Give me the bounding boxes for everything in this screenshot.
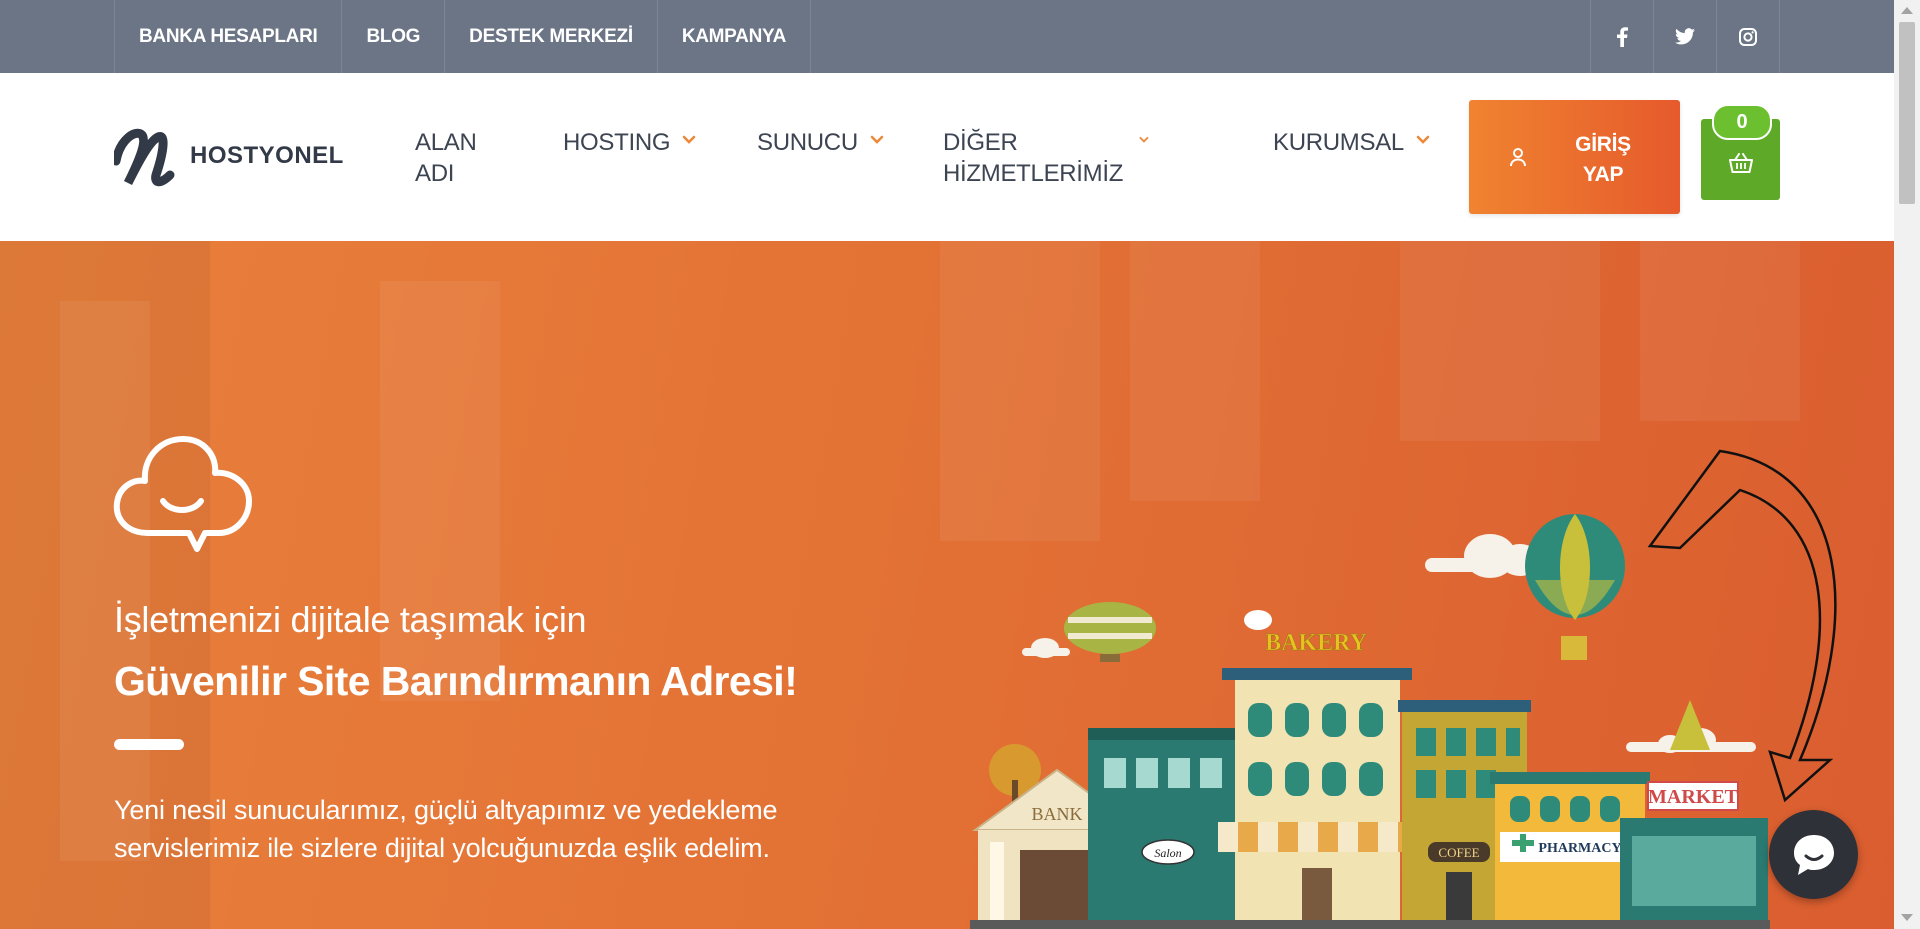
brand-name: HOSTYONEL <box>190 142 344 169</box>
hero-bg-rack <box>1400 241 1600 441</box>
scrollbar-thumb[interactable] <box>1899 22 1915 204</box>
user-icon <box>1510 148 1526 167</box>
nav-diger-hizmetlerimiz[interactable]: DİĞER HİZMETLERİMİZ <box>943 127 1149 189</box>
bakery-building: BAKERY <box>1218 610 1418 925</box>
nav-alan-adi-line2: ADI <box>415 160 455 187</box>
nav-alan-adi[interactable]: ALAN ADI <box>415 127 477 189</box>
social-links <box>1590 0 1780 73</box>
twitter-icon[interactable] <box>1653 0 1716 73</box>
nav-sunucu[interactable]: SUNUCU <box>757 127 884 158</box>
top-links: BANKA HESAPLARI BLOG DESTEK MERKEZİ KAMP… <box>114 0 812 73</box>
hero-description-line1: Yeni nesil sunucularımız, güçlü altyapım… <box>114 795 778 825</box>
market-sign: MARKET <box>1648 786 1739 808</box>
nav-kurumsal-label: KURUMSAL <box>1273 129 1404 156</box>
scroll-down-arrow-icon[interactable] <box>1901 914 1913 921</box>
pharmacy-sign: PHARMACY <box>1538 841 1621 856</box>
facebook-icon[interactable] <box>1590 0 1653 73</box>
coffee-sign: COFEE <box>1438 845 1479 860</box>
chevron-down-icon <box>1139 136 1149 143</box>
instagram-icon[interactable] <box>1716 0 1780 73</box>
nav-diger-label: DİĞER HİZMETLERİMİZ <box>943 129 1124 187</box>
chevron-down-icon <box>870 135 884 144</box>
salon-sign: Salon <box>1154 846 1181 860</box>
nav-alan-adi-line1: ALAN <box>415 129 477 156</box>
hero-tagline: İşletmenizi dijitale taşımak için <box>114 599 587 640</box>
login-label-line2: YAP <box>1582 163 1624 186</box>
cart-count-badge: 0 <box>1712 104 1772 140</box>
blimp-icon <box>1064 602 1156 662</box>
hero-banner: İşletmenizi dijitale taşımak için Güveni… <box>0 241 1894 929</box>
hero-description-line2: servislerimiz ile sizlere dijital yolcuğ… <box>114 833 770 863</box>
top-link-blog[interactable]: BLOG <box>341 0 444 73</box>
hero-divider <box>114 739 184 750</box>
top-bar: BANKA HESAPLARI BLOG DESTEK MERKEZİ KAMP… <box>0 0 1894 74</box>
hero-description: Yeni nesil sunucularımız, güçlü altyapım… <box>114 791 874 867</box>
brand-logo[interactable]: HOSTYONEL <box>111 121 359 191</box>
cloud-chat-icon <box>113 436 252 552</box>
hero-bg-rack <box>60 301 150 861</box>
top-link-destek-merkezi[interactable]: DESTEK MERKEZİ <box>444 0 657 73</box>
live-chat-button[interactable] <box>1769 810 1858 899</box>
scroll-up-arrow-icon[interactable] <box>1901 7 1913 14</box>
hot-air-balloon-icon <box>1525 514 1625 660</box>
chevron-down-icon <box>682 135 696 144</box>
login-label-line1: GİRİŞ <box>1575 133 1631 156</box>
top-link-banka-hesaplari[interactable]: BANKA HESAPLARI <box>114 0 341 73</box>
login-button-label: GİRİŞ YAP <box>1553 130 1653 190</box>
nav-kurumsal[interactable]: KURUMSAL <box>1273 127 1430 158</box>
hero-bg-rack <box>1640 241 1800 421</box>
bank-sign: BANK <box>1031 804 1082 824</box>
main-header: HOSTYONEL ALAN ADI HOSTING SUNUCU DİĞER … <box>0 73 1894 241</box>
nav-hosting[interactable]: HOSTING <box>563 127 696 158</box>
nav-hosting-label: HOSTING <box>563 129 671 156</box>
page-scrollbar[interactable] <box>1894 0 1920 929</box>
city-illustration: BANK Salon BAKERY COFEE PHARMACY MARKET <box>970 449 1837 929</box>
bakery-sign: BAKERY <box>1265 630 1367 656</box>
basket-icon <box>1729 153 1753 173</box>
chevron-down-icon <box>1416 135 1430 144</box>
chat-bubble-icon <box>1794 835 1834 875</box>
hero-headline: Güvenilir Site Barındırmanın Adresi! <box>114 658 798 704</box>
top-link-kampanya[interactable]: KAMPANYA <box>656 0 812 73</box>
nav-sunucu-label: SUNUCU <box>757 129 858 156</box>
login-button[interactable]: GİRİŞ YAP <box>1469 100 1680 214</box>
